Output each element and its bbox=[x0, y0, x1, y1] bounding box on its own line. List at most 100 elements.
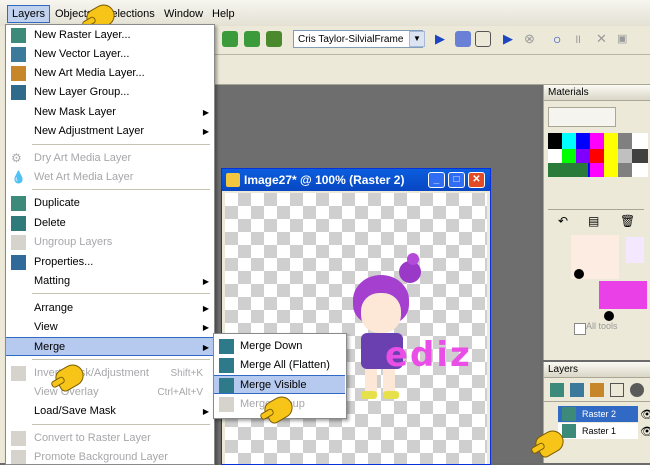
ungroup-icon bbox=[11, 235, 26, 250]
menu-item-ungroup-layers[interactable]: Ungroup Layers bbox=[6, 233, 213, 252]
menu-window[interactable]: Window bbox=[160, 6, 207, 22]
layout-icon[interactable] bbox=[475, 31, 491, 47]
menu-item-new-vector-layer[interactable]: New Vector Layer... bbox=[6, 45, 213, 64]
menu-item-new-layer-group[interactable]: New Layer Group... bbox=[6, 83, 213, 102]
raster-layer-icon bbox=[562, 407, 576, 421]
menu-separator bbox=[32, 293, 210, 294]
layer-name: Raster 2 bbox=[582, 409, 617, 419]
style-icon[interactable] bbox=[574, 269, 584, 279]
menu-help[interactable]: Help bbox=[208, 6, 239, 22]
adjustment-icon[interactable] bbox=[630, 383, 644, 397]
raster-layer-icon bbox=[11, 28, 26, 43]
menu-item-promote-background-layer[interactable]: Promote Background Layer bbox=[6, 448, 213, 464]
menu-item-view[interactable]: View ▶ bbox=[6, 318, 213, 337]
script-icon[interactable] bbox=[455, 31, 471, 47]
menu-item-properties[interactable]: Properties... bbox=[6, 253, 213, 272]
shortcut-label: Shift+K bbox=[170, 368, 203, 379]
menu-item-merge-all[interactable]: Merge All (Flatten) bbox=[214, 356, 345, 375]
script-toolbar: Cris Taylor-SilvialFrame ▼ ▶ ▶ ⊗ ○ ॥ ✕ ▣ bbox=[213, 26, 650, 55]
swap-icon[interactable]: ↶ bbox=[558, 214, 568, 228]
menu-item-invert-mask-adjustment[interactable]: Invert Mask/Adjustment Shift+K bbox=[6, 364, 213, 383]
eye-icon[interactable]: 👁 bbox=[640, 425, 650, 438]
style-icon[interactable] bbox=[604, 311, 614, 321]
submenu-arrow-icon: ▶ bbox=[202, 277, 209, 286]
image-icon bbox=[226, 173, 240, 187]
new-layer-icon[interactable] bbox=[550, 383, 564, 397]
merge-group-icon bbox=[219, 397, 234, 412]
merge-all-icon bbox=[219, 358, 234, 373]
eye-icon[interactable]: 👁 bbox=[640, 408, 650, 421]
all-tools-label: All tools bbox=[586, 321, 618, 331]
menu-item-new-mask-layer[interactable]: New Mask Layer ▶ bbox=[6, 103, 213, 122]
menu-separator bbox=[32, 359, 210, 360]
submenu-arrow-icon: ▶ bbox=[202, 407, 209, 416]
chevron-down-icon[interactable]: ▼ bbox=[409, 31, 425, 47]
materials-panel-title: Materials bbox=[544, 85, 650, 101]
background-swatch[interactable] bbox=[599, 281, 647, 309]
materials-toolbar: ↶ ▤ 🗑 bbox=[548, 209, 644, 234]
menu-item-new-raster-layer[interactable]: New Raster Layer... bbox=[6, 26, 213, 45]
image-window-title: Image27* @ 100% (Raster 2) bbox=[244, 173, 405, 187]
green-person-icon[interactable] bbox=[222, 31, 238, 47]
options-toolbar bbox=[213, 55, 650, 85]
layers-menu: New Raster Layer... New Vector Layer... … bbox=[5, 24, 215, 465]
raster-layer-icon bbox=[562, 424, 576, 438]
menu-item-merge-visible[interactable]: Merge Visible bbox=[214, 375, 345, 394]
menu-item-dry-art-media-layer[interactable]: ⚙ Dry Art Media Layer bbox=[6, 149, 213, 168]
submenu-arrow-icon: ▶ bbox=[202, 304, 209, 313]
green-person-icon[interactable] bbox=[244, 31, 260, 47]
new-vector-icon[interactable] bbox=[570, 383, 584, 397]
pattern-swatches[interactable] bbox=[548, 163, 588, 177]
character-image bbox=[349, 253, 421, 399]
gear-icon: ⚙ bbox=[11, 151, 22, 165]
mask-icon[interactable] bbox=[610, 383, 624, 397]
menu-item-load-save-mask[interactable]: Load/Save Mask ▶ bbox=[6, 402, 213, 421]
delete-layer-icon bbox=[11, 216, 26, 231]
menu-item-merge[interactable]: Merge ▶ bbox=[6, 337, 213, 356]
image-window: Image27* @ 100% (Raster 2) _ □ ✕ ediz bbox=[221, 168, 491, 465]
menu-item-matting[interactable]: Matting ▶ bbox=[6, 272, 213, 291]
color-swatches-row2[interactable] bbox=[548, 149, 648, 163]
menu-item-wet-art-media-layer[interactable]: 💧 Wet Art Media Layer bbox=[6, 168, 213, 187]
image-window-titlebar[interactable]: Image27* @ 100% (Raster 2) _ □ ✕ bbox=[222, 169, 490, 191]
checkbox-icon[interactable] bbox=[574, 323, 586, 335]
page-icon[interactable]: ▤ bbox=[588, 214, 599, 228]
menu-item-arrange[interactable]: Arrange ▶ bbox=[6, 299, 213, 318]
layer-row-raster-1[interactable]: Raster 1 bbox=[558, 423, 638, 439]
image-canvas[interactable]: ediz bbox=[225, 193, 487, 464]
art-media-icon[interactable] bbox=[590, 383, 604, 397]
layers-panel-title: Layers bbox=[544, 362, 650, 378]
foreground-color-small[interactable] bbox=[626, 237, 644, 263]
close-icon[interactable]: ✕ bbox=[468, 172, 485, 188]
materials-tabs[interactable] bbox=[548, 107, 616, 127]
pause-icon[interactable]: ॥ bbox=[574, 31, 590, 47]
menu-layers[interactable]: Layers bbox=[7, 5, 51, 23]
image-icon[interactable] bbox=[266, 31, 282, 47]
trash-icon[interactable]: 🗑 bbox=[620, 214, 635, 228]
record-icon[interactable]: ○ bbox=[553, 31, 569, 47]
layer-row-raster-2[interactable]: Raster 2 bbox=[558, 406, 638, 422]
duplicate-icon bbox=[11, 196, 26, 211]
minimize-icon[interactable]: _ bbox=[428, 172, 445, 188]
menu-item-view-overlay[interactable]: View Overlay Ctrl+Alt+V bbox=[6, 383, 213, 402]
save-icon[interactable]: ▣ bbox=[617, 31, 633, 47]
menu-item-merge-down[interactable]: Merge Down bbox=[214, 337, 345, 356]
canvas-text: ediz bbox=[385, 335, 472, 375]
play-icon[interactable]: ▶ bbox=[435, 31, 451, 47]
maximize-icon[interactable]: □ bbox=[448, 172, 465, 188]
menu-item-duplicate[interactable]: Duplicate bbox=[6, 194, 213, 213]
merge-down-icon bbox=[219, 339, 234, 354]
layers-toolbar bbox=[544, 379, 650, 402]
menu-item-new-adjustment-layer[interactable]: New Adjustment Layer ▶ bbox=[6, 122, 213, 141]
menu-item-convert-to-raster-layer[interactable]: Convert to Raster Layer bbox=[6, 429, 213, 448]
stop-icon[interactable]: ⊗ bbox=[524, 31, 540, 47]
menu-item-delete[interactable]: Delete bbox=[6, 214, 213, 233]
cancel-icon[interactable]: ✕ bbox=[596, 31, 612, 47]
menu-item-new-art-media-layer[interactable]: New Art Media Layer... bbox=[6, 64, 213, 83]
submenu-arrow-icon: ▶ bbox=[202, 127, 209, 136]
menu-separator bbox=[32, 424, 210, 425]
vector-layer-icon bbox=[11, 47, 26, 62]
preset-select[interactable]: Cris Taylor-SilvialFrame bbox=[293, 30, 423, 48]
run-script-icon[interactable]: ▶ bbox=[503, 31, 519, 47]
submenu-arrow-icon: ▶ bbox=[202, 323, 209, 332]
